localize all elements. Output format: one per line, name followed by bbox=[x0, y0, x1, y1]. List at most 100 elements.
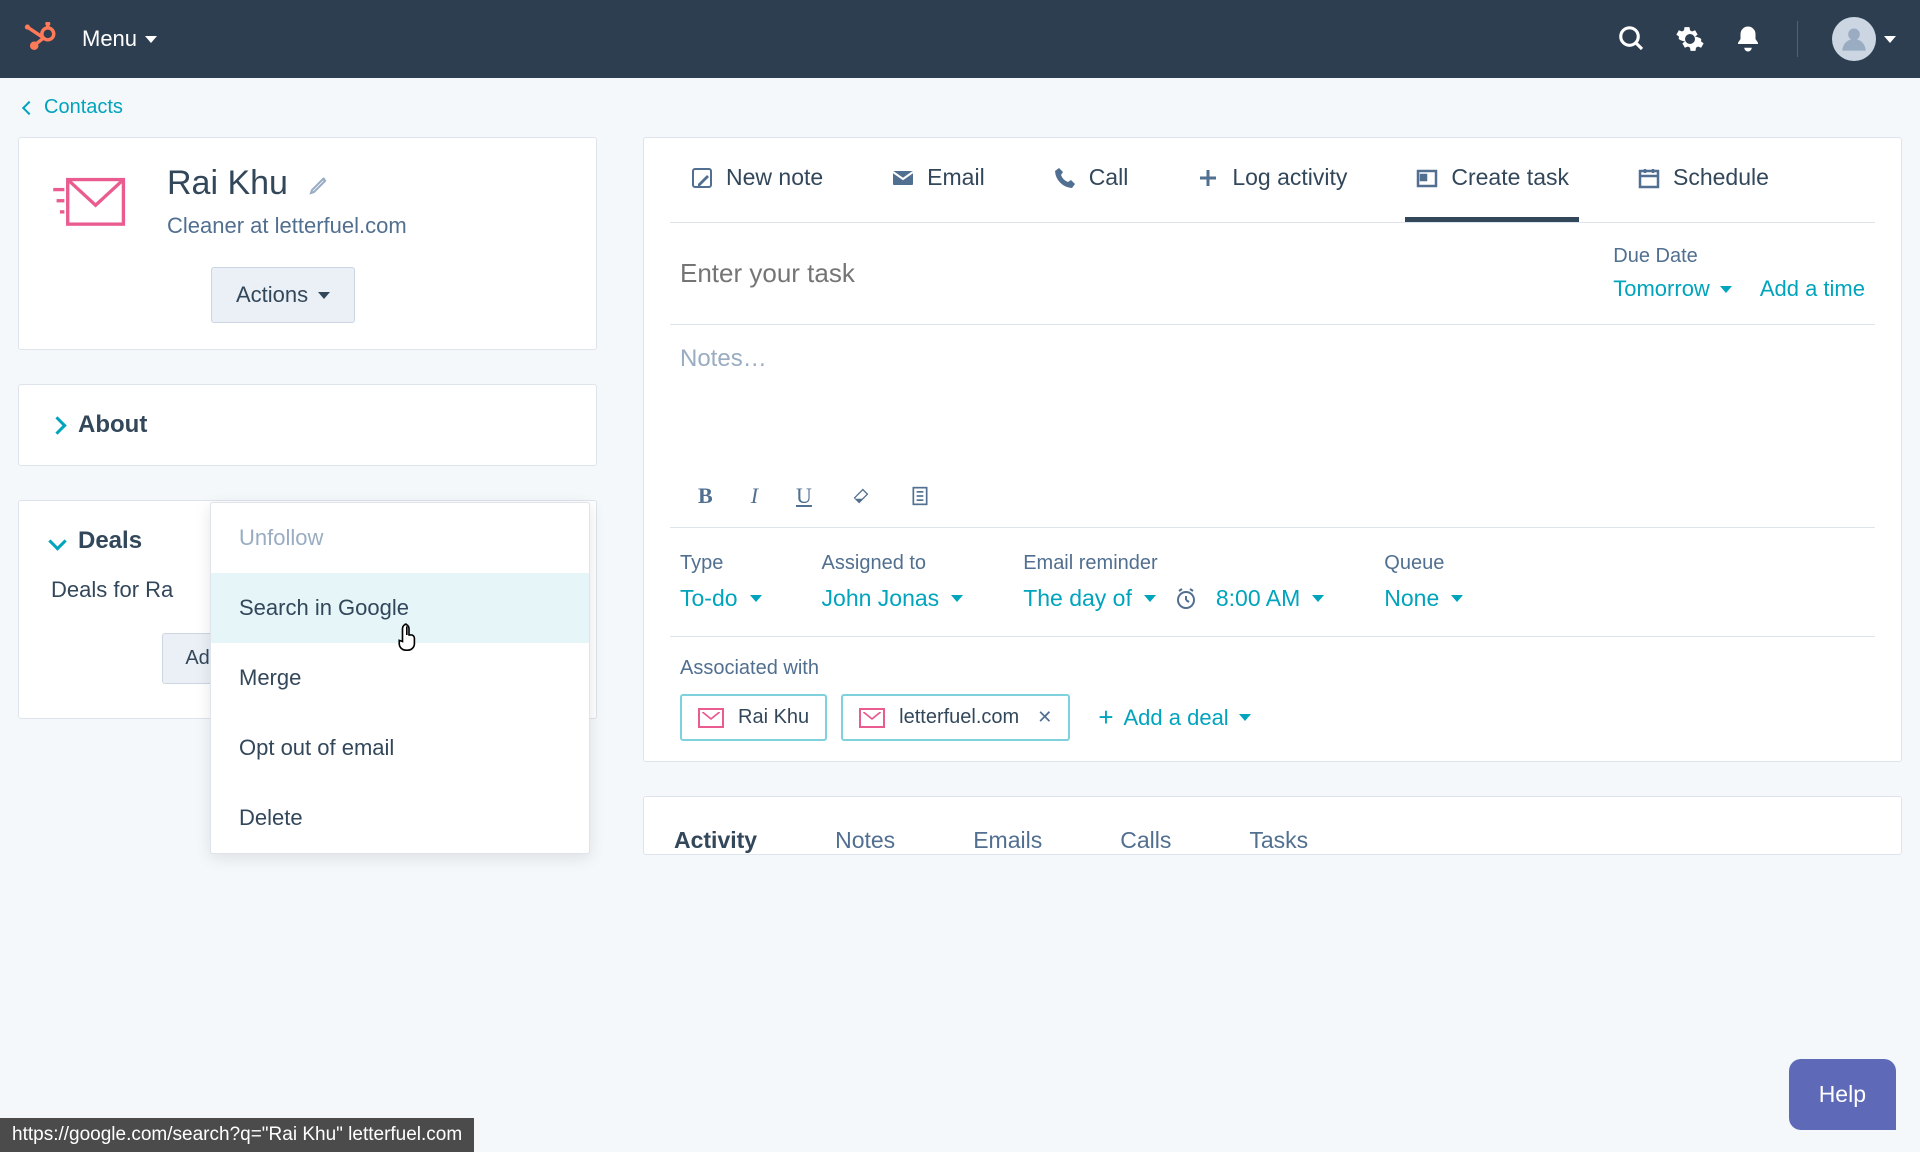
type-value[interactable]: To-do bbox=[680, 585, 762, 612]
bell-icon[interactable] bbox=[1733, 24, 1763, 54]
tab-create-task[interactable]: Create task bbox=[1405, 138, 1579, 222]
action-delete[interactable]: Delete bbox=[211, 783, 589, 853]
email-icon bbox=[859, 708, 885, 728]
tab-new-note[interactable]: New note bbox=[680, 138, 833, 222]
account-menu[interactable] bbox=[1832, 17, 1896, 61]
chevron-down-icon bbox=[1312, 595, 1324, 602]
underline-button[interactable]: U bbox=[796, 483, 812, 509]
reminder-day-text: The day of bbox=[1023, 585, 1132, 612]
add-deal-link[interactable]: + Add a deal bbox=[1098, 702, 1250, 733]
chevron-down-icon bbox=[1720, 286, 1732, 293]
app-header: Menu bbox=[0, 0, 1920, 78]
breadcrumb-label: Contacts bbox=[44, 96, 123, 119]
task-icon bbox=[1415, 166, 1439, 190]
search-icon[interactable] bbox=[1617, 24, 1647, 54]
edit-icon[interactable] bbox=[308, 172, 332, 196]
type-label: Type bbox=[680, 552, 762, 575]
header-right bbox=[1617, 17, 1896, 61]
tab-schedule[interactable]: Schedule bbox=[1627, 138, 1779, 222]
about-header[interactable]: About bbox=[51, 411, 564, 439]
contact-subtitle: Cleaner at letterfuel.com bbox=[167, 213, 407, 239]
assigned-text: John Jonas bbox=[822, 585, 940, 612]
actions-button[interactable]: Actions bbox=[211, 267, 355, 323]
action-tabs: New note Email Call Log activity Create … bbox=[670, 138, 1875, 223]
task-title-input[interactable] bbox=[680, 245, 1613, 302]
tab-label: Email bbox=[927, 164, 985, 191]
assoc-chip-company[interactable]: letterfuel.com ✕ bbox=[841, 694, 1070, 741]
contact-avatar bbox=[51, 164, 139, 239]
snippet-button[interactable] bbox=[910, 485, 930, 507]
about-card: About bbox=[18, 384, 597, 466]
notes-textarea[interactable]: Notes… bbox=[670, 325, 1875, 465]
add-time-link[interactable]: Add a time bbox=[1760, 276, 1865, 302]
tab-log-activity[interactable]: Log activity bbox=[1186, 138, 1357, 222]
assoc-chip-contact[interactable]: Rai Khu bbox=[680, 694, 827, 741]
bold-button[interactable]: B bbox=[698, 483, 713, 509]
due-date-section: Due Date Tomorrow Add a time bbox=[1613, 245, 1865, 302]
due-date-label: Due Date bbox=[1613, 245, 1865, 268]
type-text: To-do bbox=[680, 585, 738, 612]
reminder-day-value[interactable]: The day of bbox=[1023, 585, 1156, 612]
chevron-down-icon bbox=[951, 595, 963, 602]
tab-label: Call bbox=[1089, 164, 1129, 191]
gear-icon[interactable] bbox=[1675, 24, 1705, 54]
associated-label: Associated with bbox=[680, 657, 1865, 680]
chip-label: Rai Khu bbox=[738, 706, 809, 729]
queue-value[interactable]: None bbox=[1384, 585, 1463, 612]
chevron-down-icon bbox=[1239, 714, 1251, 721]
action-unfollow[interactable]: Unfollow bbox=[211, 503, 589, 573]
activity-tab-calls[interactable]: Calls bbox=[1120, 827, 1171, 854]
task-title-row: Due Date Tomorrow Add a time bbox=[670, 223, 1875, 325]
action-merge[interactable]: Merge bbox=[211, 643, 589, 713]
chevron-down-icon bbox=[48, 532, 66, 550]
contact-header: Rai Khu Cleaner at letterfuel.com bbox=[51, 164, 564, 239]
deals-title: Deals bbox=[78, 527, 142, 555]
type-field: Type To-do bbox=[680, 552, 762, 612]
help-button[interactable]: Help bbox=[1789, 1059, 1896, 1130]
reminder-field: Email reminder The day of 8:00 AM bbox=[1023, 552, 1324, 612]
clear-format-button[interactable] bbox=[850, 485, 872, 507]
about-title: About bbox=[78, 411, 147, 439]
menu-label: Menu bbox=[82, 26, 137, 52]
action-opt-out[interactable]: Opt out of email bbox=[211, 713, 589, 783]
tab-label: Create task bbox=[1451, 164, 1569, 191]
chevron-down-icon bbox=[1451, 595, 1463, 602]
assigned-value[interactable]: John Jonas bbox=[822, 585, 964, 612]
activity-tab-notes[interactable]: Notes bbox=[835, 827, 895, 854]
activity-tab-emails[interactable]: Emails bbox=[973, 827, 1042, 854]
activity-tabs: Activity Notes Emails Calls Tasks bbox=[644, 797, 1901, 854]
contact-name: Rai Khu bbox=[167, 164, 407, 203]
activity-tab-tasks[interactable]: Tasks bbox=[1249, 827, 1308, 854]
action-search-google[interactable]: Search in Google bbox=[211, 573, 589, 643]
chevron-down-icon bbox=[318, 292, 330, 299]
queue-label: Queue bbox=[1384, 552, 1463, 575]
reminder-time-value[interactable]: 8:00 AM bbox=[1216, 585, 1324, 612]
associated-row: Rai Khu letterfuel.com ✕ + Add a deal bbox=[680, 694, 1865, 741]
activity-tab-activity[interactable]: Activity bbox=[674, 827, 757, 854]
close-icon[interactable]: ✕ bbox=[1037, 707, 1052, 728]
breadcrumb-contacts[interactable]: Contacts bbox=[0, 78, 1920, 137]
activity-card: Activity Notes Emails Calls Tasks bbox=[643, 796, 1902, 855]
hubspot-logo[interactable] bbox=[24, 22, 58, 56]
chevron-down-icon bbox=[750, 595, 762, 602]
chevron-right-icon bbox=[48, 416, 66, 434]
assigned-field: Assigned to John Jonas bbox=[822, 552, 964, 612]
contact-name-text: Rai Khu bbox=[167, 164, 288, 203]
chevron-down-icon bbox=[145, 36, 157, 43]
email-icon bbox=[698, 708, 724, 728]
tab-label: Log activity bbox=[1232, 164, 1347, 191]
menu-button[interactable]: Menu bbox=[82, 26, 157, 52]
chevron-down-icon bbox=[1884, 36, 1896, 43]
divider bbox=[1797, 21, 1798, 57]
call-icon bbox=[1053, 166, 1077, 190]
calendar-icon bbox=[1637, 166, 1661, 190]
actions-dropdown: Unfollow Search in Google Merge Opt out … bbox=[210, 502, 590, 854]
avatar bbox=[1832, 17, 1876, 61]
assigned-label: Assigned to bbox=[822, 552, 964, 575]
due-date-value[interactable]: Tomorrow bbox=[1613, 276, 1732, 302]
italic-button[interactable]: I bbox=[751, 483, 758, 509]
tab-call[interactable]: Call bbox=[1043, 138, 1139, 222]
actions-label: Actions bbox=[236, 282, 308, 308]
tab-label: Schedule bbox=[1673, 164, 1769, 191]
tab-email[interactable]: Email bbox=[881, 138, 995, 222]
